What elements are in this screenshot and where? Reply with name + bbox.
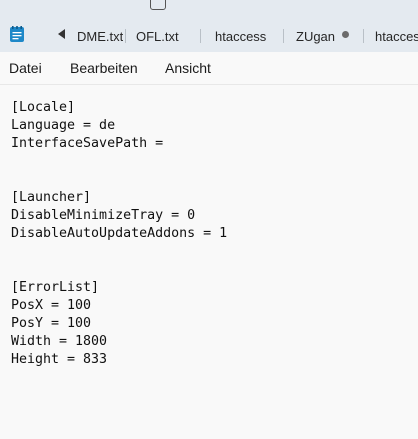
editor-line: InterfaceSavePath = bbox=[11, 136, 164, 151]
tab-ofl[interactable]: OFL.txt bbox=[136, 23, 179, 49]
editor-line: Height = 833 bbox=[11, 352, 108, 367]
tab-strip: DME.txt OFL.txt htaccess ZUgan htaccess bbox=[0, 0, 418, 52]
tab-readme[interactable]: DME.txt bbox=[77, 23, 123, 49]
menu-view[interactable]: Ansicht bbox=[165, 60, 211, 76]
tab-htaccess[interactable]: htaccess bbox=[215, 23, 266, 49]
tab-label: htaccess bbox=[375, 28, 418, 44]
editor-line: DisableAutoUpdateAddons = 1 bbox=[11, 226, 228, 241]
editor-line: Width = 1800 bbox=[11, 334, 108, 349]
tab-separator bbox=[125, 29, 126, 43]
tab-label: ZUgan bbox=[296, 28, 336, 44]
editor-line: PosY = 100 bbox=[11, 316, 92, 331]
unsaved-dot-icon[interactable] bbox=[342, 31, 349, 38]
editor-line: Language = de bbox=[11, 118, 116, 133]
tab-separator bbox=[363, 29, 364, 43]
tab-label: htaccess bbox=[215, 28, 267, 44]
menu-file[interactable]: Datei bbox=[9, 60, 42, 76]
tab-label: DME.txt bbox=[77, 28, 124, 44]
caret-left-icon[interactable] bbox=[52, 22, 72, 46]
editor-line: [Launcher] bbox=[11, 190, 92, 205]
tab-separator bbox=[283, 29, 284, 43]
text-editor[interactable]: [Locale] Language = de InterfaceSavePath… bbox=[0, 85, 418, 439]
tab-zugan[interactable]: ZUgan bbox=[296, 23, 335, 49]
editor-line: [Locale] bbox=[11, 100, 76, 115]
tab-label: OFL.txt bbox=[136, 28, 179, 44]
editor-line: [ErrorList] bbox=[11, 280, 100, 295]
notepad-window: DME.txt OFL.txt htaccess ZUgan htaccess … bbox=[0, 0, 418, 439]
editor-line: PosX = 100 bbox=[11, 298, 92, 313]
editor-line: DisableMinimizeTray = 0 bbox=[11, 208, 196, 223]
menu-bar: Datei Bearbeiten Ansicht bbox=[0, 52, 418, 85]
tab-separator bbox=[200, 29, 201, 43]
menu-edit[interactable]: Bearbeiten bbox=[70, 60, 138, 76]
notepad-icon bbox=[10, 26, 24, 42]
tab-htaccess-2[interactable]: htaccess bbox=[375, 23, 418, 49]
background-window-icon bbox=[150, 0, 166, 10]
